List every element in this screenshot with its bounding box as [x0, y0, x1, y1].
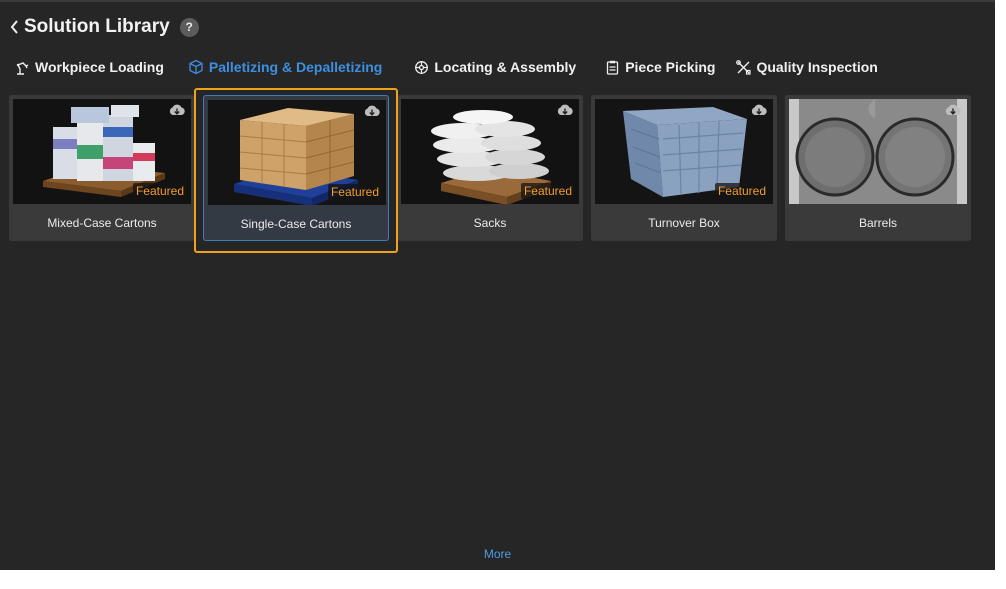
help-button[interactable]: ? [179, 17, 199, 37]
card-thumbnail: Featured [595, 99, 773, 204]
card-label: Barrels [858, 216, 897, 230]
card-label: Turnover Box [648, 216, 720, 230]
back-button[interactable] [8, 16, 22, 38]
tab-label: Locating & Assembly [434, 59, 577, 75]
chevron-left-icon [10, 20, 18, 34]
download-icon[interactable] [556, 103, 574, 119]
tab-label: Workpiece Loading [35, 59, 164, 75]
tab-locating-assembly[interactable]: Locating & Assembly [413, 59, 576, 75]
card-label: Single-Case Cartons [240, 217, 352, 231]
more-link[interactable]: More [0, 547, 995, 561]
solution-card-mixed-case-cartons[interactable]: Featured Mixed-Case Cartons [9, 95, 195, 241]
gear-icon [413, 59, 429, 75]
category-tabs: Workpiece Loading Palletizing & Depallet… [14, 56, 878, 78]
featured-badge: Featured [520, 183, 575, 199]
tab-palletizing-depalletizing[interactable]: Palletizing & Depalletizing [188, 59, 382, 75]
tools-icon [735, 59, 751, 75]
featured-badge: Featured [327, 184, 382, 200]
header: Solution Library ? [8, 14, 199, 40]
page-title: Solution Library [24, 16, 170, 37]
robot-arm-icon [14, 59, 30, 75]
tab-label: Palletizing & Depalletizing [208, 59, 383, 75]
download-icon[interactable] [168, 103, 186, 119]
tab-label: Quality Inspection [756, 59, 878, 75]
featured-badge: Featured [132, 183, 187, 199]
download-icon[interactable] [944, 103, 962, 119]
solution-card-single-case-cartons[interactable]: Featured Single-Case Cartons [203, 95, 389, 241]
card-label: Mixed-Case Cartons [47, 216, 157, 230]
card-thumbnail [789, 99, 967, 204]
featured-badge: Featured [714, 183, 769, 199]
tab-label: Piece Picking [625, 59, 716, 75]
card-thumbnail: Featured [401, 99, 579, 204]
cube-icon [188, 59, 204, 75]
card-label: Sacks [473, 216, 507, 230]
card-thumbnail: Featured [208, 100, 386, 205]
background-strip [0, 570, 995, 589]
download-icon[interactable] [750, 103, 768, 119]
solution-card-barrels[interactable]: Barrels [785, 95, 971, 241]
tab-piece-picking[interactable]: Piece Picking [604, 59, 715, 75]
solution-card-turnover-box[interactable]: Featured Turnover Box [591, 95, 777, 241]
clipboard-icon [604, 59, 620, 75]
tab-workpiece-loading[interactable]: Workpiece Loading [14, 59, 164, 75]
barrels-image [789, 99, 967, 204]
solution-card-sacks[interactable]: Featured Sacks [397, 95, 583, 241]
tab-quality-inspection[interactable]: Quality Inspection [735, 59, 878, 75]
solution-library-window: Solution Library ? Workpiece Loading Pal… [0, 0, 995, 576]
card-thumbnail: Featured [13, 99, 191, 204]
download-icon[interactable] [363, 104, 381, 120]
